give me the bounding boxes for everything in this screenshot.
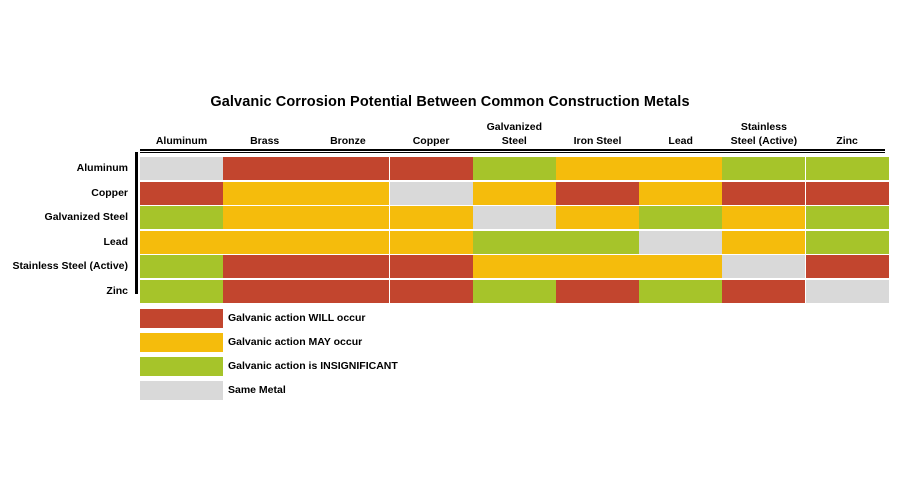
heatmap-cell [389,157,473,180]
row-label-copper: Copper [91,186,128,199]
heatmap-cell [722,279,806,303]
column-header-galvanized-steel: Galvanized Steel [473,121,556,148]
column-header-lead: Lead [639,135,722,149]
column-header-bronze: Bronze [306,135,389,149]
heatmap-cell [639,230,723,254]
legend-swatch-insignificant [140,357,223,376]
row-label-stainless-steel-active: Stainless Steel (Active) [12,260,128,272]
heatmap-cell [389,279,473,303]
column-header-line: Zinc [836,134,858,147]
galvanic-corrosion-chart: Galvanic Corrosion Potential Between Com… [0,0,900,500]
heatmap-cell [639,181,723,205]
heatmap-cell [556,255,639,278]
heatmap-cell [306,230,390,254]
row-label-zinc: Zinc [106,284,128,297]
heatmap-cell [223,255,307,278]
row-label-aluminum: Aluminum [76,162,128,174]
column-header-line: Steel (Active) [730,134,798,147]
column-header-zinc: Zinc [806,135,889,149]
legend-label-will: Galvanic action WILL occur [228,312,366,324]
heatmap-cell [805,206,889,229]
heatmap-cell [140,255,223,278]
column-header-line: Iron Steel [573,134,622,147]
column-header-line: Lead [668,134,693,147]
heatmap-cell [140,230,223,254]
heatmap-cell [722,206,806,229]
legend-label-same: Same Metal [228,384,286,396]
heatmap-cell [306,255,390,278]
heatmap-cell [472,255,556,278]
heatmap-cell [556,181,639,205]
heatmap-cell [306,279,390,303]
header-axis-rule [140,149,885,153]
heatmap-cell [306,206,390,229]
left-axis-rule [135,152,138,294]
heatmap-cell [639,206,723,229]
heatmap-cell [389,181,473,205]
column-header-row: Aluminum Brass Bronze Copper Galvanized Steel… [140,118,885,148]
legend-label-insignificant: Galvanic action is INSIGNIFICANT [228,360,398,372]
heatmap-cell [389,255,473,278]
column-header-line: Stainless [740,121,787,133]
column-header-aluminum: Aluminum [140,135,223,149]
heatmap-cell [722,255,806,278]
heatmap-cell [639,157,723,180]
chart-title: Galvanic Corrosion Potential Between Com… [210,94,690,110]
heatmap-cell [389,206,473,229]
column-header-iron-steel: Iron Steel [556,135,639,149]
heatmap-cell [223,157,307,180]
heatmap-cell [223,181,307,205]
heatmap-cell [556,157,639,180]
column-header-line: Galvanized [486,121,543,133]
heatmap-cell [472,157,556,180]
heatmap-cell [223,279,307,303]
legend-swatch-will [140,309,223,328]
heatmap-cell [722,230,806,254]
heatmap-cell [722,181,806,205]
legend-swatch-same [140,381,223,400]
heatmap-cell [472,279,556,303]
heatmap-cell [556,230,639,254]
legend-swatch-may [140,333,223,352]
column-header-line: Copper [412,134,450,147]
heatmap-cell [223,230,307,254]
heatmap-cell [805,230,889,254]
heatmap-cell [140,206,223,229]
heatmap-cell [140,279,223,303]
column-header-line: Aluminum [155,134,208,147]
column-header-brass: Brass [223,135,306,149]
heatmap-cell [639,255,723,278]
heatmap-cell [140,157,223,180]
heatmap-cell [306,181,390,205]
heatmap-cell [140,181,223,205]
heatmap-cell [805,157,889,180]
heatmap-cell [223,206,307,229]
column-header-stainless-steel-active: Stainless Steel (Active) [722,121,805,148]
heatmap-cell [389,230,473,254]
heatmap-cell [805,255,889,278]
column-header-line: Steel [501,134,527,147]
heatmap-cell [556,279,639,303]
column-header-line: Brass [250,134,280,147]
heatmap-cell [556,206,639,229]
heatmap-cell [472,181,556,205]
row-label-galvanized-steel: Galvanized Steel [44,211,128,223]
column-header-line: Bronze [330,134,366,147]
legend-label-may: Galvanic action MAY occur [228,336,363,348]
heatmap-cell [805,279,889,303]
row-label-lead: Lead [103,235,128,248]
heatmap-cell [472,230,556,254]
heatmap-cell [639,279,723,303]
column-header-copper: Copper [390,135,473,149]
heatmap-cell [472,206,556,229]
heatmap-cell [722,157,806,180]
heatmap-cell [805,181,889,205]
heatmap-cell [306,157,390,180]
